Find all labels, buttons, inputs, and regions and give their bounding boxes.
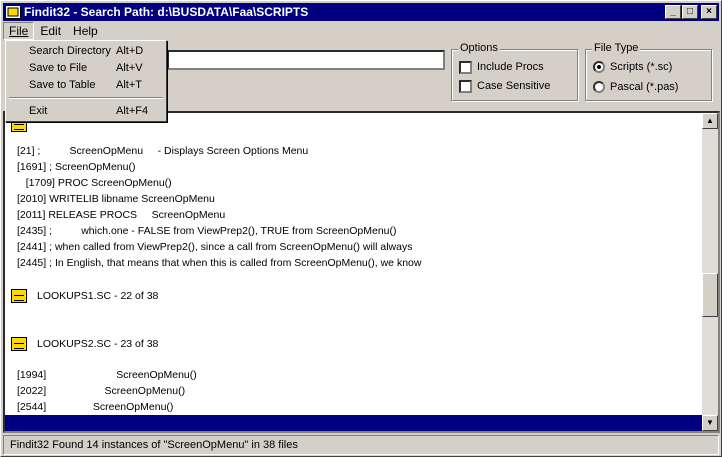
result-line[interactable]: [1994] ScreenOpMenu() <box>17 369 197 381</box>
result-line[interactable]: [2022] ScreenOpMenu() <box>17 385 185 397</box>
selected-row[interactable] <box>5 415 704 431</box>
menu-separator <box>9 97 163 99</box>
file-header[interactable]: LOOKUPS2.SC - 23 of 38 <box>37 338 158 350</box>
minimize-button[interactable]: _ <box>665 5 681 19</box>
file-type-legend: File Type <box>592 42 641 54</box>
pascal-radio[interactable] <box>593 81 605 93</box>
scroll-up-icon[interactable]: ▲ <box>702 113 718 129</box>
options-group: Options Include Procs Case Sensitive <box>451 42 578 101</box>
search-input[interactable] <box>167 50 445 70</box>
scripts-radio-label: Scripts (*.sc) <box>610 61 673 73</box>
result-line[interactable]: [2011] RELEASE PROCS ScreenOpMenu <box>17 209 225 221</box>
result-line[interactable]: [1709] PROC ScreenOpMenu() <box>17 177 172 189</box>
menu-item-shortcut: Alt+D <box>116 45 144 57</box>
menu-item-save-to-file[interactable]: Save to File Alt+V <box>8 60 164 77</box>
file-icon <box>11 337 27 351</box>
menu-item-label: Exit <box>29 105 48 117</box>
scroll-thumb[interactable] <box>702 273 718 317</box>
include-procs-label: Include Procs <box>477 61 544 73</box>
results-list[interactable]: [21] ; ScreenOpMenu - Displays Screen Op… <box>3 111 720 433</box>
result-line[interactable]: [2445] ; In English, that means that whe… <box>17 257 421 269</box>
result-line[interactable]: [1691] ; ScreenOpMenu() <box>17 161 135 173</box>
result-line[interactable]: [2435] ; which.one - FALSE from ViewPrep… <box>17 225 397 237</box>
result-line[interactable]: [2010] WRITELIB libname ScreenOpMenu <box>17 193 215 205</box>
menu-item-label: Search Directory <box>29 45 111 57</box>
pascal-radio-label: Pascal (*.pas) <box>610 81 679 93</box>
menu-file[interactable]: File <box>3 22 35 40</box>
menu-item-label: Save to Table <box>29 79 96 91</box>
vertical-scrollbar[interactable]: ▲ ▼ <box>702 113 718 431</box>
menu-bar: File Edit Help <box>3 22 104 40</box>
app-icon <box>5 5 21 19</box>
main-window: Findit32 - Search Path: d:\BUSDATA\Faa\S… <box>0 0 722 457</box>
scroll-down-icon[interactable]: ▼ <box>702 415 718 431</box>
menu-item-exit[interactable]: Exit Alt+F4 <box>8 103 164 120</box>
window-title: Findit32 - Search Path: d:\BUSDATA\Faa\S… <box>24 5 309 19</box>
status-bar: Findit32 Found 14 instances of "ScreenOp… <box>3 435 719 455</box>
file-icon <box>11 289 27 303</box>
menu-item-shortcut: Alt+F4 <box>116 105 149 117</box>
file-header[interactable]: LOOKUPS1.SC - 22 of 38 <box>37 290 158 302</box>
scripts-radio[interactable] <box>593 61 605 73</box>
result-line[interactable]: [21] ; ScreenOpMenu - Displays Screen Op… <box>17 145 308 157</box>
result-line[interactable]: [2441] ; when called from ViewPrep2(), s… <box>17 241 412 253</box>
options-legend: Options <box>458 42 500 54</box>
menu-edit[interactable]: Edit <box>34 22 67 40</box>
menu-item-search-directory[interactable]: Search Directory Alt+D <box>8 43 164 60</box>
maximize-button[interactable]: □ <box>682 5 698 19</box>
menu-item-save-to-table[interactable]: Save to Table Alt+T <box>8 77 164 94</box>
menu-item-shortcut: Alt+V <box>116 62 143 74</box>
case-sensitive-checkbox[interactable] <box>459 80 472 93</box>
case-sensitive-label: Case Sensitive <box>477 80 551 92</box>
menu-item-shortcut: Alt+T <box>116 79 142 91</box>
menu-help[interactable]: Help <box>67 22 104 40</box>
result-line[interactable]: [2544] ScreenOpMenu() <box>17 401 173 413</box>
file-type-group: File Type Scripts (*.sc) Pascal (*.pas) <box>585 42 712 101</box>
close-button[interactable]: × <box>701 5 717 19</box>
title-bar[interactable]: Findit32 - Search Path: d:\BUSDATA\Faa\S… <box>3 3 719 21</box>
include-procs-checkbox[interactable] <box>459 61 472 74</box>
file-menu-dropdown: Search Directory Alt+D Save to File Alt+… <box>5 40 167 122</box>
menu-item-label: Save to File <box>29 62 88 74</box>
